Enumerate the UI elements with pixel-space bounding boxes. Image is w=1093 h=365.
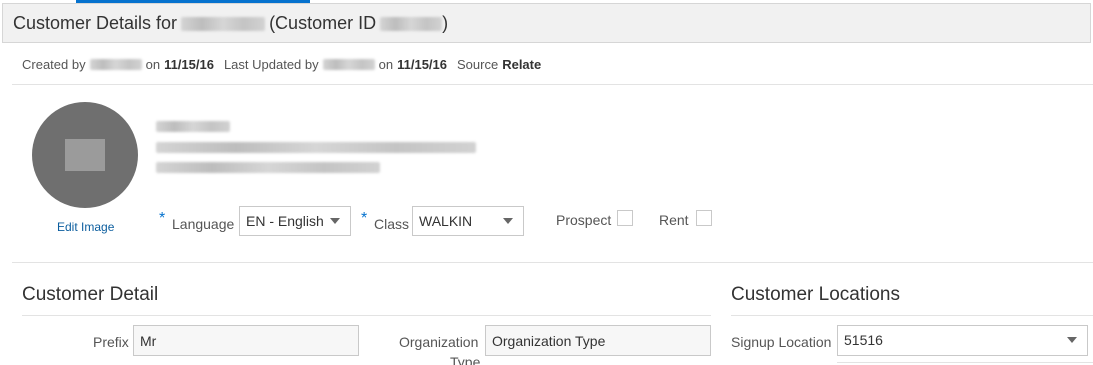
section-divider xyxy=(22,315,711,316)
title-prefix: Customer Details for xyxy=(13,13,178,33)
redacted-contact-line xyxy=(156,162,380,173)
required-marker: * xyxy=(159,210,166,227)
avatar[interactable] xyxy=(32,102,138,208)
page-title: Customer Details for (Customer ID ) xyxy=(13,13,448,34)
prefix-value: Mr xyxy=(140,333,157,349)
source-value: Relate xyxy=(502,57,542,72)
class-label: Class xyxy=(374,216,410,232)
redacted-created-by xyxy=(89,59,142,70)
language-value: EN - English xyxy=(246,213,324,229)
redacted-customer-id xyxy=(380,16,443,31)
redacted-updated-by xyxy=(322,59,375,70)
customer-detail-title: Customer Detail xyxy=(22,284,159,305)
page-header: Customer Details for (Customer ID ) xyxy=(2,3,1091,43)
prefix-field[interactable]: Mr xyxy=(133,325,359,356)
chevron-down-icon xyxy=(330,218,340,224)
signup-location-select[interactable]: 51516 xyxy=(837,325,1088,356)
edit-image-link[interactable]: Edit Image xyxy=(57,220,114,234)
chevron-down-icon xyxy=(1067,337,1077,343)
divider xyxy=(12,84,1093,85)
divider xyxy=(837,362,1093,363)
on-label: on xyxy=(145,57,161,72)
redacted-address-line xyxy=(156,142,476,153)
audit-info: Created by on 11/15/16 Last Updated by o… xyxy=(22,57,541,72)
source-label: Source xyxy=(457,57,499,72)
rent-label: Rent xyxy=(659,212,689,228)
title-suffix: ) xyxy=(442,13,449,33)
redacted-customer-name xyxy=(181,16,266,31)
created-date: 11/15/16 xyxy=(164,57,214,72)
language-select[interactable]: EN - English xyxy=(239,206,351,236)
image-placeholder-icon xyxy=(65,139,105,171)
section-divider xyxy=(731,315,1093,316)
organization-type-label: Organization xyxy=(399,334,479,350)
signup-location-label: Signup Location xyxy=(731,334,832,350)
prefix-label: Prefix xyxy=(93,334,129,350)
created-by-label: Created by xyxy=(22,57,86,72)
class-select[interactable]: WALKIN xyxy=(412,206,524,236)
rent-checkbox[interactable] xyxy=(696,210,712,226)
chevron-down-icon xyxy=(503,218,513,224)
prospect-label: Prospect xyxy=(556,212,612,228)
customer-locations-title: Customer Locations xyxy=(731,284,900,305)
title-customer-id-label: (Customer ID xyxy=(269,13,377,33)
prospect-checkbox[interactable] xyxy=(617,210,633,226)
updated-by-label: Last Updated by xyxy=(223,57,319,72)
signup-location-value: 51516 xyxy=(844,332,883,348)
required-marker: * xyxy=(361,210,368,227)
on-label: on xyxy=(378,57,394,72)
organization-type-value: Organization Type xyxy=(492,333,606,349)
language-label: Language xyxy=(172,216,235,232)
updated-date: 11/15/16 xyxy=(397,57,447,72)
redacted-customer-name-line xyxy=(156,121,230,132)
organization-type-field[interactable]: Organization Type xyxy=(485,325,711,356)
divider xyxy=(12,262,1093,263)
class-value: WALKIN xyxy=(419,213,473,229)
organization-type-label-line2: Type xyxy=(450,354,481,365)
